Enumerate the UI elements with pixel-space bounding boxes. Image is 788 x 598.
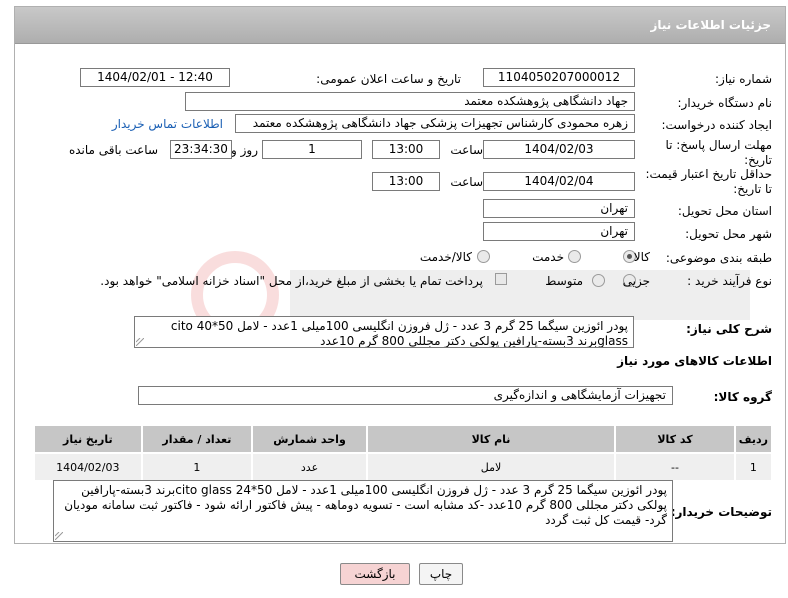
contact-info-link[interactable]: اطلاعات تماس خریدار xyxy=(112,117,223,131)
buyer-notes-text: پودر ائوزین سیگما 25 گرم 3 عدد - ژل فروز… xyxy=(64,483,667,527)
deadline-time-field: 13:00 xyxy=(372,140,440,159)
announce-label: تاریخ و ساعت اعلان عمومی: xyxy=(316,72,461,86)
validity-date-field: 1404/02/04 xyxy=(483,172,635,191)
category-radio-service[interactable] xyxy=(568,250,581,263)
need-number-field: 1104050207000012 xyxy=(483,68,635,87)
province-field: تهران xyxy=(483,199,635,218)
goods-table: ردیف کد کالا نام کالا واحد شمارش تعداد /… xyxy=(33,424,774,482)
creator-label: ایجاد کننده درخواست: xyxy=(661,118,772,132)
title-bar: جزئیات اطلاعات نیاز xyxy=(15,7,785,44)
table-row[interactable]: 1 -- لامل عدد 1 1404/02/03 xyxy=(33,452,774,482)
process-medium-label: متوسط xyxy=(545,274,583,288)
summary-textarea[interactable]: پودر ائوزین سیگما 25 گرم 3 عدد - ژل فروز… xyxy=(134,316,634,348)
resize-handle-icon[interactable] xyxy=(55,532,63,540)
treasury-checkbox[interactable] xyxy=(495,273,507,285)
col-date: تاریخ نیاز xyxy=(33,424,143,454)
buyer-org-field: جهاد دانشگاهی پژوهشکده معتمد xyxy=(185,92,635,111)
cell-unit: عدد xyxy=(251,452,368,482)
category-both-label: کالا/خدمت xyxy=(419,250,472,264)
buyer-notes-label: توضیحات خریدار: xyxy=(670,505,772,519)
need-number-label: شماره نیاز: xyxy=(715,72,772,86)
validity-time-label: ساعت xyxy=(450,175,483,189)
category-radio-both[interactable] xyxy=(477,250,490,263)
col-qty: تعداد / مقدار xyxy=(140,424,254,454)
buyer-org-label: نام دستگاه خریدار: xyxy=(677,96,773,110)
summary-text: پودر ائوزین سیگما 25 گرم 3 عدد - ژل فروز… xyxy=(170,319,628,348)
category-label: طبقه بندی موضوعی: xyxy=(665,251,772,265)
deadline-date-field: 1404/02/03 xyxy=(483,140,635,159)
cell-name: لامل xyxy=(365,452,617,482)
remaining-time-field: 23:34:30 xyxy=(170,140,232,159)
validity-label: حداقل تاریخ اعتبار قیمت: تا تاریخ: xyxy=(645,167,772,196)
col-unit: واحد شمارش xyxy=(251,424,368,454)
cell-code: -- xyxy=(614,452,736,482)
city-field: تهران xyxy=(483,222,635,241)
cell-qty: 1 xyxy=(140,452,254,482)
city-label: شهر محل تحویل: xyxy=(685,227,772,241)
buyer-notes-textarea[interactable]: پودر ائوزین سیگما 25 گرم 3 عدد - ژل فروز… xyxy=(53,480,673,542)
announce-field: 1404/02/01 - 12:40 xyxy=(80,68,230,87)
province-label: استان محل تحویل: xyxy=(677,204,772,218)
validity-time-field: 13:00 xyxy=(372,172,440,191)
cell-row: 1 xyxy=(733,452,774,482)
payment-note: پرداخت تمام یا بخشی از مبلغ خرید،از محل … xyxy=(100,274,483,288)
category-goods-label: کالا xyxy=(633,250,650,264)
deadline-label: مهلت ارسال پاسخ: تا تاریخ: xyxy=(665,138,772,167)
days-label: روز و xyxy=(231,143,258,157)
goods-group-label: گروه کالا: xyxy=(713,390,772,404)
cell-date: 1404/02/03 xyxy=(33,452,143,482)
summary-label: شرح کلی نیاز: xyxy=(686,322,772,336)
goods-section-title: اطلاعات کالاهای مورد نیاز xyxy=(617,354,772,368)
creator-field: زهره محمودی کارشناس تجهیزات پزشکی جهاد د… xyxy=(235,114,635,133)
category-service-label: خدمت xyxy=(532,250,564,264)
col-name: نام کالا xyxy=(365,424,617,454)
back-button[interactable]: بازگشت xyxy=(340,563,410,585)
days-field: 1 xyxy=(262,140,362,159)
goods-group-field: تجهیزات آزمایشگاهی و اندازه‌گیری xyxy=(138,386,673,405)
col-row: ردیف xyxy=(733,424,774,454)
print-button[interactable]: چاپ xyxy=(419,563,463,585)
process-radio-medium[interactable] xyxy=(592,274,605,287)
page-title: جزئیات اطلاعات نیاز xyxy=(650,18,771,32)
process-minor-label: جزیی xyxy=(622,274,650,288)
remaining-label: ساعت باقی مانده xyxy=(68,143,158,157)
resize-handle-icon[interactable] xyxy=(136,338,144,346)
process-label: نوع فرآیند خرید : xyxy=(687,274,772,288)
deadline-time-label: ساعت xyxy=(450,143,483,157)
col-code: کد کالا xyxy=(614,424,736,454)
